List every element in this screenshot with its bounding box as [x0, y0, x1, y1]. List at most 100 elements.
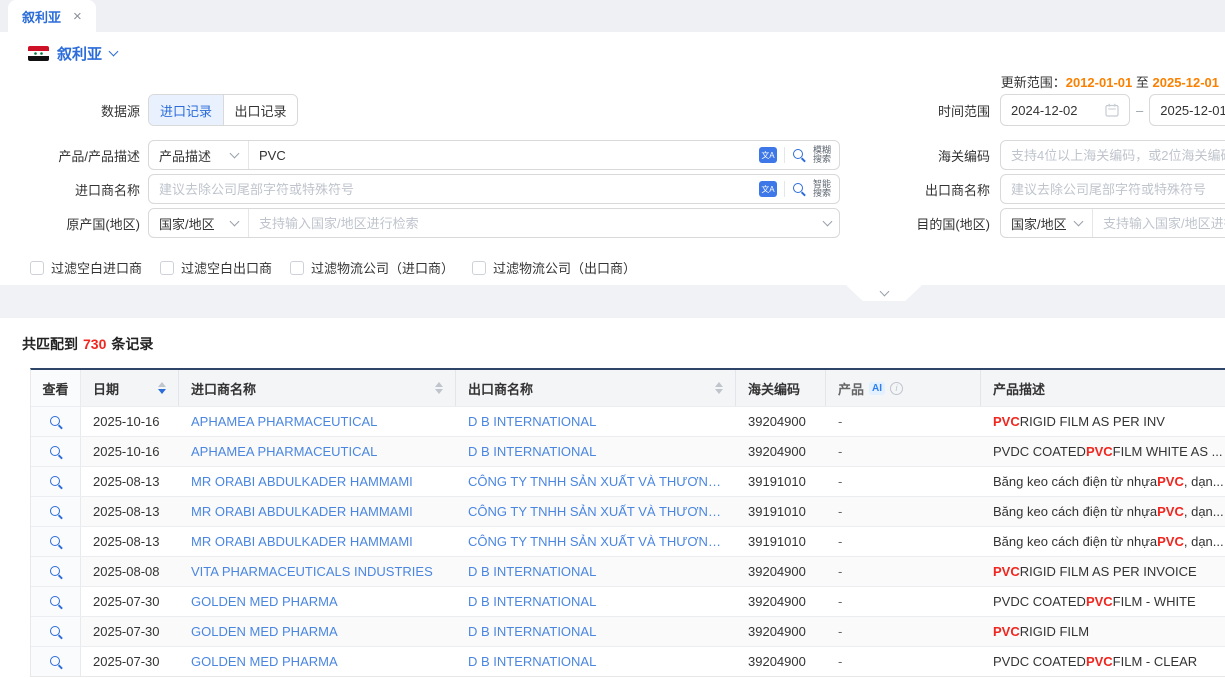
sort-button-date[interactable] [158, 382, 166, 394]
import-records-button[interactable]: 进口记录 [149, 95, 223, 125]
importer-name-label: 进口商名称 [0, 180, 140, 199]
view-record-button[interactable] [31, 497, 81, 526]
exporter-link[interactable]: CÔNG TY TNHH SẢN XUẤT VÀ THƯƠNG M... [456, 467, 736, 496]
exporter-link[interactable]: D B INTERNATIONAL [456, 587, 736, 616]
records-table: 查看 日期 进口商名称 出口商名称 海关编码 产品 AI i [30, 368, 1225, 677]
view-search-icon[interactable] [49, 415, 63, 429]
product-search-input[interactable] [249, 141, 751, 169]
view-record-button[interactable] [31, 557, 81, 586]
origin-type-select[interactable]: 国家/地区 [149, 209, 249, 237]
view-record-button[interactable] [31, 587, 81, 616]
importer-link[interactable]: MR ORABI ABDULKADER HAMMAMI [179, 467, 456, 496]
view-search-icon[interactable] [49, 655, 63, 669]
filter-checkbox-row: 过滤空白进口商 过滤空白出口商 过滤物流公司（进口商） 过滤物流公司（出口商） [30, 258, 636, 277]
importer-link[interactable]: VITA PHARMACEUTICALS INDUSTRIES [179, 557, 456, 586]
table-header: 查看 日期 进口商名称 出口商名称 海关编码 产品 AI i [31, 370, 1225, 406]
product-description-cell: Băng keo cách điện từ nhựa PVC, dạn... [981, 467, 1225, 496]
exporter-link[interactable]: D B INTERNATIONAL [456, 617, 736, 646]
view-record-button[interactable] [31, 617, 81, 646]
collapse-panel-button[interactable] [846, 285, 922, 301]
sort-button-importer[interactable] [435, 382, 443, 394]
destination-country-label: 目的国(地区) [870, 214, 990, 233]
checkbox-filter-logistics-importer[interactable]: 过滤物流公司（进口商） [290, 258, 454, 277]
time-range-label: 时间范围 [870, 101, 990, 120]
table-body: 2025-10-16APHAMEA PHARMACEUTICALD B INTE… [31, 406, 1225, 676]
checkbox-icon[interactable] [30, 261, 44, 275]
product-type-value: 产品描述 [159, 146, 211, 165]
close-icon[interactable]: × [73, 9, 82, 24]
importer-name-input[interactable] [149, 175, 751, 203]
checkbox-filter-blank-importer[interactable]: 过滤空白进口商 [30, 258, 142, 277]
column-header-product: 产品 AI i [826, 370, 981, 406]
destination-country-input[interactable] [1093, 209, 1225, 237]
results-panel: 共匹配到730条记录 查看 日期 进口商名称 出口商名称 海关编码 [0, 318, 1225, 678]
view-search-icon[interactable] [49, 475, 63, 489]
summary-suffix: 条记录 [111, 336, 153, 352]
exporter-link[interactable]: D B INTERNATIONAL [456, 557, 736, 586]
importer-link[interactable]: MR ORABI ABDULKADER HAMMAMI [179, 527, 456, 556]
hs-code-input[interactable] [1001, 141, 1225, 169]
translate-icon[interactable]: 文A [759, 181, 777, 197]
product-cell: - [826, 617, 981, 646]
destination-type-select[interactable]: 国家/地区 [1001, 209, 1093, 237]
export-records-button[interactable]: 出口记录 [223, 95, 297, 125]
importer-link[interactable]: GOLDEN MED PHARMA [179, 617, 456, 646]
view-record-button[interactable] [31, 527, 81, 556]
importer-link[interactable]: GOLDEN MED PHARMA [179, 587, 456, 616]
chevron-down-icon[interactable] [109, 47, 119, 57]
product-description-cell: Băng keo cách điện từ nhựa PVC, dạn... [981, 527, 1225, 556]
checkbox-icon[interactable] [472, 261, 486, 275]
country-selector[interactable]: 叙利亚 [28, 43, 117, 64]
view-search-icon[interactable] [49, 445, 63, 459]
sort-button-exporter[interactable] [715, 382, 723, 394]
fuzzy-search-icon[interactable] [792, 148, 806, 162]
smart-search-icon[interactable] [792, 182, 806, 196]
product-description-cell: PVC RIGID FILM AS PER INV [981, 407, 1225, 436]
importer-link[interactable]: APHAMEA PHARMACEUTICAL [179, 407, 456, 436]
product-cell: - [826, 407, 981, 436]
origin-country-input[interactable] [249, 209, 816, 237]
exporter-link[interactable]: D B INTERNATIONAL [456, 647, 736, 676]
translate-icon[interactable]: 文A [759, 147, 777, 163]
exporter-name-input[interactable] [1001, 175, 1225, 203]
view-search-icon[interactable] [49, 535, 63, 549]
view-search-icon[interactable] [49, 595, 63, 609]
calendar-icon[interactable] [1105, 103, 1119, 117]
view-record-button[interactable] [31, 647, 81, 676]
product-cell: - [826, 437, 981, 466]
view-search-icon[interactable] [49, 625, 63, 639]
date-cell: 2025-08-08 [81, 557, 179, 586]
exporter-link[interactable]: CÔNG TY TNHH SẢN XUẤT VÀ THƯƠNG M... [456, 497, 736, 526]
tab-syria[interactable]: 叙利亚 × [8, 0, 96, 32]
column-header-importer: 进口商名称 [179, 370, 456, 406]
start-date-input[interactable]: 2024-12-02 [1000, 94, 1130, 126]
checkbox-filter-blank-exporter[interactable]: 过滤空白出口商 [160, 258, 272, 277]
importer-link[interactable]: APHAMEA PHARMACEUTICAL [179, 437, 456, 466]
column-header-view: 查看 [31, 370, 81, 406]
exporter-link[interactable]: D B INTERNATIONAL [456, 437, 736, 466]
end-date-input[interactable]: 2025-12-01 [1149, 94, 1225, 126]
product-type-select[interactable]: 产品描述 [149, 141, 249, 169]
view-record-button[interactable] [31, 407, 81, 436]
origin-country-label: 原产国(地区) [0, 214, 140, 233]
exporter-link[interactable]: D B INTERNATIONAL [456, 407, 736, 436]
view-record-button[interactable] [31, 437, 81, 466]
smart-search-label[interactable]: 智能搜索 [813, 180, 831, 198]
origin-type-value: 国家/地区 [159, 214, 215, 233]
chevron-down-icon [230, 216, 240, 226]
fuzzy-search-label[interactable]: 模糊搜索 [813, 146, 831, 164]
chevron-down-icon[interactable] [823, 216, 833, 226]
exporter-link[interactable]: CÔNG TY TNHH SẢN XUẤT VÀ THƯƠNG M... [456, 527, 736, 556]
importer-link[interactable]: GOLDEN MED PHARMA [179, 647, 456, 676]
table-row: 2025-08-13MR ORABI ABDULKADER HAMMAMICÔN… [31, 526, 1225, 556]
info-icon[interactable]: i [890, 382, 903, 395]
importer-link[interactable]: MR ORABI ABDULKADER HAMMAMI [179, 497, 456, 526]
view-record-button[interactable] [31, 467, 81, 496]
syria-flag-icon [28, 46, 49, 61]
checkbox-icon[interactable] [290, 261, 304, 275]
checkbox-filter-logistics-exporter[interactable]: 过滤物流公司（出口商） [472, 258, 636, 277]
product-cell: - [826, 497, 981, 526]
checkbox-icon[interactable] [160, 261, 174, 275]
view-search-icon[interactable] [49, 565, 63, 579]
view-search-icon[interactable] [49, 505, 63, 519]
